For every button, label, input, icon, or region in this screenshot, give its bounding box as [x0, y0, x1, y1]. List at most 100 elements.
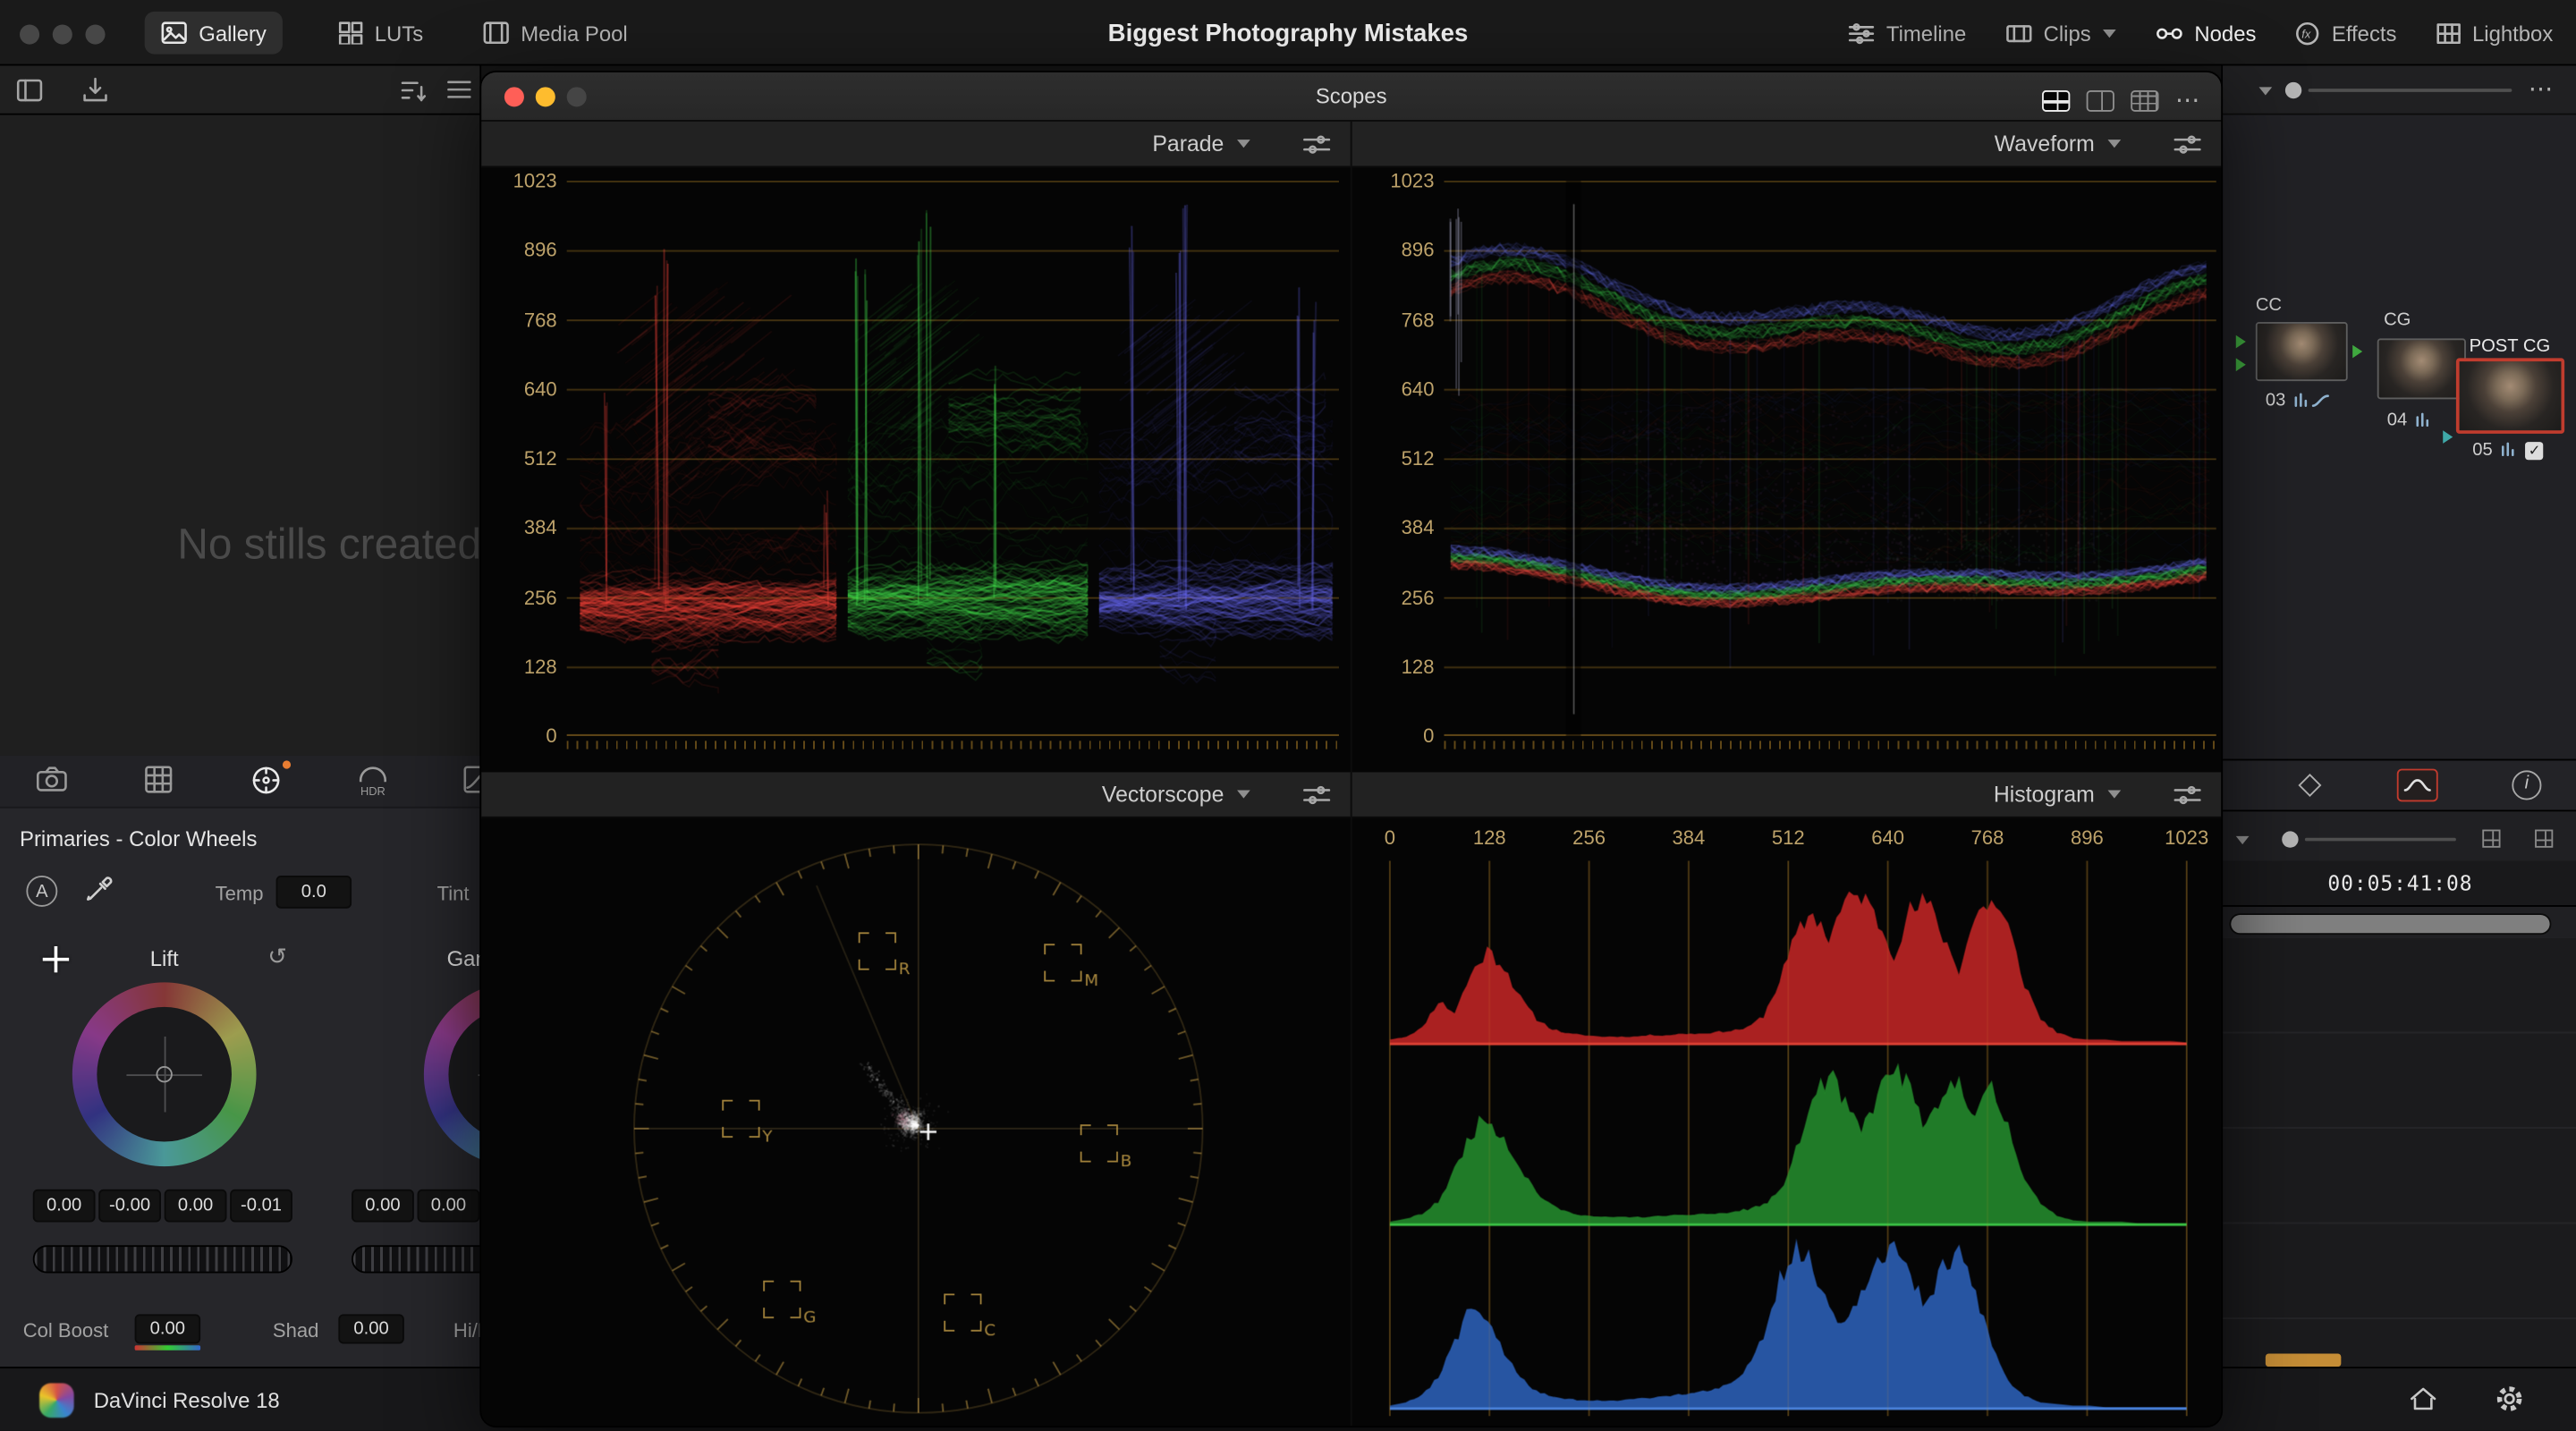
histogram-scope: 01282563845126407688961023	[1352, 817, 2222, 1427]
col-boost-value[interactable]: 0.00	[134, 1314, 201, 1344]
chevron-down-icon[interactable]	[2107, 140, 2122, 148]
zoom-dropdown-chevron[interactable]	[2235, 835, 2250, 845]
gallery-stills-area[interactable]: No stills created	[0, 114, 482, 756]
zoom-icon[interactable]	[566, 87, 587, 107]
zoom-full-icon[interactable]	[2535, 829, 2554, 848]
davinci-resolve-color-page: Biggest Photography Mistakes Gallery LUT…	[0, 0, 2576, 1431]
tab-gallery[interactable]: Gallery	[144, 11, 284, 55]
node-graph[interactable]: CC 03 CG 04 POST CG 05 ✓	[2223, 114, 2576, 759]
layout-two-up-icon[interactable]	[2086, 89, 2114, 111]
scale-label: 512	[1401, 446, 1435, 470]
timeline-zoom-handle[interactable]	[2282, 831, 2299, 848]
shad-value[interactable]: 0.00	[338, 1314, 404, 1344]
zoom-fit-icon[interactable]	[2482, 829, 2501, 848]
node-03-thumbnail[interactable]	[2255, 321, 2348, 382]
lift-master-value[interactable]: -0.01	[230, 1189, 292, 1223]
lift-reset-icon[interactable]: ↺	[267, 944, 287, 970]
histogram-settings-icon[interactable]	[2174, 784, 2201, 804]
sort-icon[interactable]	[401, 79, 427, 102]
vectorscope-dropdown[interactable]: Vectorscope	[1102, 782, 1224, 807]
tab-luts[interactable]: LUTs	[322, 12, 440, 55]
gamma-red-value[interactable]: 0.00	[352, 1189, 414, 1223]
lift-red-value[interactable]: 0.00	[32, 1189, 96, 1223]
waveform-dropdown[interactable]: Waveform	[1995, 131, 2095, 157]
scale-label: 384	[1401, 516, 1435, 539]
tab-timeline[interactable]: Timeline	[1849, 21, 1966, 46]
timeline-scrollbar[interactable]	[2229, 913, 2552, 936]
timeline-scrollbar-thumb[interactable]	[2231, 915, 2550, 934]
tab-media-pool-label: Media Pool	[521, 20, 628, 46]
hdr-palette-icon[interactable]: HDR	[358, 760, 387, 799]
tab-media-pool[interactable]: Media Pool	[467, 12, 644, 55]
gamma-green-value[interactable]: 0.00	[417, 1189, 480, 1223]
panel-toggle-icon[interactable]	[16, 79, 43, 102]
gamma-master-wheel[interactable]	[352, 1245, 480, 1274]
close-icon[interactable]	[504, 87, 524, 107]
minimize-icon[interactable]	[535, 87, 555, 107]
parade-settings-icon[interactable]	[1303, 134, 1331, 154]
node-05-thumbnail-selected[interactable]	[2455, 358, 2565, 434]
scopes-more-icon[interactable]: ⋯	[2175, 86, 2201, 114]
waveform-settings-icon[interactable]	[2174, 134, 2201, 154]
timeline-zoom-row	[2223, 818, 2576, 861]
tab-lightbox[interactable]: Lightbox	[2436, 21, 2553, 46]
node-05-enabled-checkbox[interactable]: ✓	[2525, 441, 2544, 460]
lift-master-wheel[interactable]	[32, 1245, 292, 1274]
lift-wheel-handle[interactable]	[156, 1066, 173, 1083]
scopes-window-titlebar[interactable]: Scopes	[481, 72, 2222, 122]
picker-eyedropper-icon[interactable]	[86, 874, 115, 903]
waveform-scale-labels: 1023 896 768 640 512 384 256 128 0	[1352, 167, 1445, 772]
color-match-icon[interactable]	[145, 766, 173, 793]
tab-nodes[interactable]: Nodes	[2155, 21, 2256, 46]
camera-raw-icon[interactable]	[36, 766, 67, 792]
scale-label: 128	[1401, 655, 1435, 679]
tab-gallery-label: Gallery	[199, 20, 267, 46]
timecode: 00:05:41:08	[2327, 870, 2473, 896]
layout-grid-icon[interactable]	[2131, 89, 2159, 111]
gamma-color-wheel[interactable]	[423, 982, 480, 1167]
lift-color-wheel[interactable]	[72, 982, 257, 1167]
hdr-label: HDR	[360, 786, 386, 799]
zoom-window-icon[interactable]	[85, 24, 106, 45]
scopes-toggle-button-active[interactable]	[2396, 768, 2438, 802]
tab-clips[interactable]: Clips	[2005, 21, 2116, 46]
info-icon[interactable]: i	[2512, 770, 2542, 800]
histogram-dropdown[interactable]: Histogram	[1994, 782, 2095, 807]
minimize-window-icon[interactable]	[52, 24, 72, 45]
auto-balance-button[interactable]: A	[26, 875, 58, 907]
scopes-window[interactable]: Scopes ⋯ Parade Waveform Vectorscope His…	[481, 72, 2222, 1427]
chevron-down-icon[interactable]	[1237, 790, 1250, 799]
parade-dropdown[interactable]: Parade	[1152, 131, 1224, 157]
window-controls[interactable]	[20, 23, 118, 53]
chevron-down-icon[interactable]	[1237, 140, 1250, 148]
close-window-icon[interactable]	[20, 24, 40, 45]
vectorscope-header: Vectorscope	[481, 772, 1351, 818]
lift-blue-value[interactable]: 0.00	[164, 1189, 227, 1223]
vectorscope-settings-icon[interactable]	[1303, 784, 1331, 804]
layout-four-up-icon-active[interactable]	[2042, 89, 2071, 111]
keyframes-icon[interactable]	[2298, 773, 2322, 797]
timeline-zoom-slider[interactable]	[2304, 837, 2456, 842]
luts-icon	[338, 21, 363, 45]
mini-timeline-area[interactable]	[2223, 937, 2576, 1367]
viewer-more-icon[interactable]: ⋯	[2529, 74, 2555, 103]
temp-value[interactable]: 0.0	[275, 875, 352, 909]
viewer-zoom-slider[interactable]	[2308, 89, 2512, 92]
chevron-down-icon[interactable]	[2107, 790, 2122, 799]
grab-still-icon[interactable]	[82, 77, 108, 103]
tab-effects[interactable]: fx Effects	[2296, 21, 2397, 46]
gallery-menu-icon[interactable]	[447, 79, 472, 100]
node-04-thumbnail[interactable]	[2377, 338, 2466, 400]
lift-green-value[interactable]: -0.00	[98, 1189, 161, 1223]
curves-icon[interactable]	[463, 766, 481, 793]
settings-gear-icon[interactable]	[2494, 1384, 2525, 1415]
color-wheels-icon[interactable]	[251, 766, 281, 795]
viewer-zoom-slider-handle[interactable]	[2284, 81, 2302, 99]
temp-label: Temp	[215, 882, 264, 906]
svg-text:fx: fx	[2302, 27, 2312, 40]
chevron-down-icon	[2102, 29, 2116, 38]
lift-wheel-label: Lift	[149, 945, 179, 971]
home-icon[interactable]	[2409, 1384, 2438, 1412]
viewer-dropdown-chevron[interactable]	[2258, 87, 2273, 96]
scale-label: 896	[1401, 238, 1435, 262]
